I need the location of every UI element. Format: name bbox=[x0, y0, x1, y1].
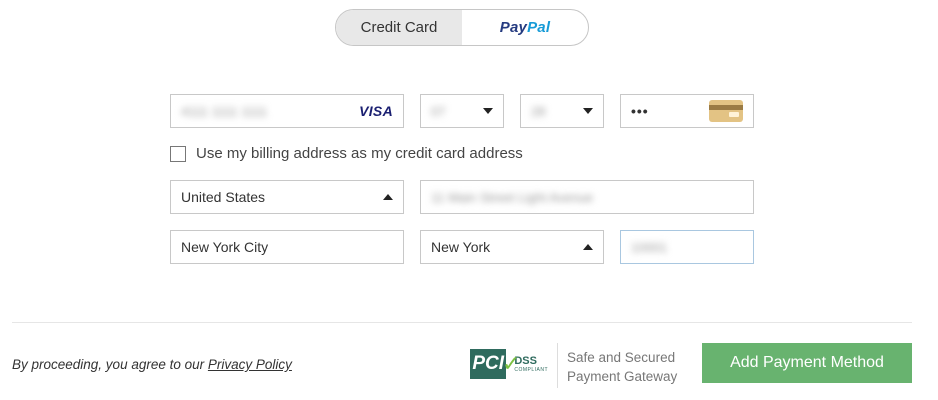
secure-line-1: Safe and Secured bbox=[567, 350, 676, 365]
billing-address-label[interactable]: Use my billing address as my credit card… bbox=[196, 145, 523, 162]
country-value: United States bbox=[181, 189, 266, 205]
tab-paypal[interactable]: PayPal bbox=[462, 10, 588, 45]
zip-code-value: 10001 bbox=[631, 239, 668, 255]
chevron-down-icon bbox=[583, 108, 593, 114]
chevron-down-icon bbox=[483, 108, 493, 114]
expiry-month-value: 07 bbox=[431, 103, 446, 119]
terms-notice: By proceeding, you agree to our Privacy … bbox=[12, 357, 292, 372]
expiry-year-select[interactable]: 28 bbox=[520, 94, 604, 128]
paypal-logo: PayPal bbox=[499, 19, 551, 36]
footer-divider bbox=[12, 322, 912, 323]
visa-icon: VISA bbox=[359, 103, 393, 119]
secure-gateway-text: Safe and Secured Payment Gateway bbox=[567, 348, 677, 386]
chevron-up-icon bbox=[583, 244, 593, 250]
state-select[interactable]: New York bbox=[420, 230, 604, 264]
card-number-field[interactable]: 4111 1111 1111 VISA bbox=[170, 94, 404, 128]
city-field[interactable]: New York City bbox=[170, 230, 404, 264]
billing-address-option: Use my billing address as my credit card… bbox=[170, 145, 523, 162]
card-number-value: 4111 1111 1111 bbox=[181, 103, 268, 119]
street-address-value: 11 Main Street Light Avenue bbox=[431, 189, 594, 205]
city-value: New York City bbox=[181, 239, 269, 255]
pci-logo-icon: PCI ✓ bbox=[470, 349, 520, 379]
country-select[interactable]: United States bbox=[170, 180, 404, 214]
terms-prefix: By proceeding, you agree to our bbox=[12, 357, 208, 372]
privacy-policy-link[interactable]: Privacy Policy bbox=[208, 357, 292, 372]
state-value: New York bbox=[431, 239, 491, 255]
expiry-year-value: 28 bbox=[531, 103, 546, 119]
street-address-field[interactable]: 11 Main Street Light Avenue bbox=[420, 180, 754, 214]
payment-method-toggle: Credit Card PayPal bbox=[335, 9, 589, 46]
zip-code-field[interactable]: 10001 bbox=[620, 230, 754, 264]
checkmark-icon: ✓ bbox=[502, 351, 521, 376]
add-payment-method-button[interactable]: Add Payment Method bbox=[702, 343, 912, 383]
cvv-field[interactable]: ••• bbox=[620, 94, 754, 128]
secure-line-2: Payment Gateway bbox=[567, 369, 678, 384]
tab-credit-card[interactable]: Credit Card bbox=[336, 10, 462, 45]
cvv-value: ••• bbox=[631, 103, 649, 119]
expiry-month-select[interactable]: 07 bbox=[420, 94, 504, 128]
tab-credit-card-label: Credit Card bbox=[360, 19, 438, 36]
chevron-up-icon bbox=[383, 194, 393, 200]
billing-address-checkbox[interactable] bbox=[170, 145, 186, 162]
card-back-icon bbox=[709, 100, 743, 122]
security-divider bbox=[557, 343, 558, 388]
pci-dss-badge: PCI ✓ DSS COMPLIANT bbox=[470, 348, 548, 380]
